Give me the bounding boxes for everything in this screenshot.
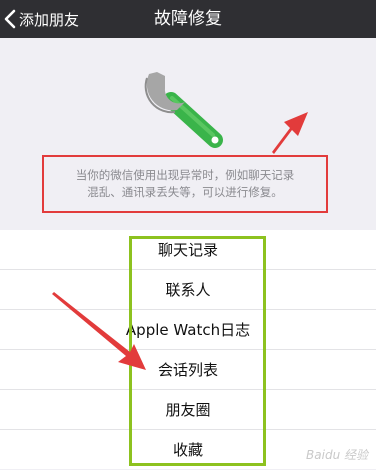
page-title: 故障修复 bbox=[154, 9, 222, 29]
list-item-moments[interactable]: 朋友圈 bbox=[0, 390, 376, 430]
repair-header: 当你的微信使用出现异常时，例如聊天记录 混乱、通讯录丢失等，可以进行修复。 bbox=[0, 38, 376, 230]
navbar: 添加朋友 故障修复 bbox=[0, 0, 376, 38]
wrench-icon bbox=[144, 72, 223, 148]
list-item-chat-history[interactable]: 聊天记录 bbox=[0, 230, 376, 270]
list-item-apple-watch-log[interactable]: Apple Watch日志 bbox=[0, 310, 376, 350]
description-line-2: 混乱、通讯录丢失等，可以进行修复。 bbox=[87, 185, 283, 199]
list-item-chat-list[interactable]: 会话列表 bbox=[0, 350, 376, 390]
description-box: 当你的微信使用出现异常时，例如聊天记录 混乱、通讯录丢失等，可以进行修复。 bbox=[42, 155, 328, 213]
description-line-1: 当你的微信使用出现异常时，例如聊天记录 bbox=[75, 168, 295, 182]
list-item-contacts[interactable]: 联系人 bbox=[0, 270, 376, 310]
annotation-arrow bbox=[272, 112, 308, 154]
repair-options-list: 聊天记录 联系人 Apple Watch日志 会话列表 朋友圈 收藏 bbox=[0, 230, 376, 469]
list-item-favorites[interactable]: 收藏 bbox=[0, 430, 376, 470]
